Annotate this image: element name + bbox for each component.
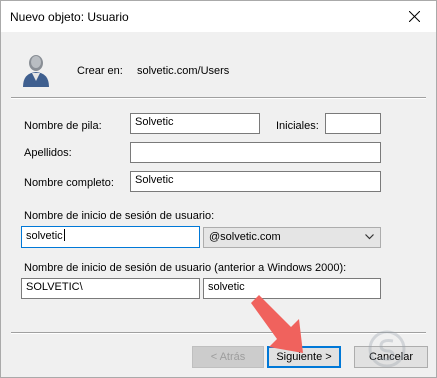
pre2000-label: Nombre de inicio de sesión de usuario (a… — [24, 262, 347, 274]
watermark-logo-icon — [368, 330, 406, 368]
logon-label: Nombre de inicio de sesión de usuario: — [24, 210, 215, 222]
last-name-field[interactable] — [130, 142, 381, 163]
red-arrow-icon — [251, 295, 303, 353]
domain-dropdown[interactable]: @solvetic.com — [203, 227, 381, 248]
logon-field[interactable]: solvetic — [21, 226, 200, 248]
create-in-label: Crear en: — [77, 65, 123, 77]
initials-field[interactable] — [325, 113, 381, 134]
text-caret — [63, 229, 65, 241]
title-bar: Nuevo objeto: Usuario — [1, 1, 436, 32]
full-name-label: Nombre completo: — [24, 177, 114, 189]
initials-label: Iniciales: — [276, 120, 319, 132]
close-icon — [409, 11, 420, 22]
new-user-dialog: Nuevo objeto: Usuario Crear en: solvetic… — [0, 0, 437, 378]
first-name-label: Nombre de pila: — [24, 120, 102, 132]
chevron-down-icon — [365, 234, 374, 240]
first-name-field[interactable]: Solvetic — [130, 113, 260, 134]
create-in-value: solvetic.com/Users — [137, 65, 230, 77]
pre2000-domain-field: SOLVETIC\ — [21, 278, 200, 299]
user-icon — [23, 55, 49, 87]
full-name-field[interactable]: Solvetic — [130, 171, 381, 192]
separator-bottom — [11, 332, 426, 334]
last-name-label: Apellidos: — [24, 147, 72, 159]
window-title: Nuevo objeto: Usuario — [10, 10, 129, 24]
close-button[interactable] — [392, 1, 436, 32]
separator-top — [11, 97, 426, 99]
domain-value: @solvetic.com — [209, 231, 281, 243]
logon-value: solvetic — [26, 230, 63, 242]
